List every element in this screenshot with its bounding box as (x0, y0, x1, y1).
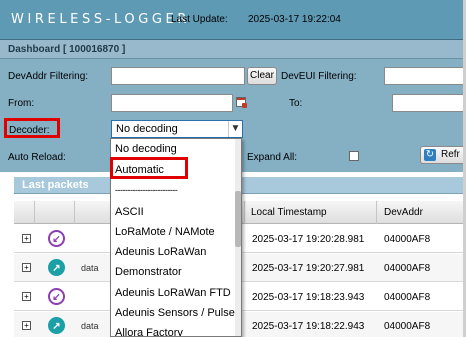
expand-all-checkbox[interactable] (349, 151, 359, 161)
dropdown-scrollbar-thumb[interactable] (235, 191, 241, 247)
to-date-input[interactable] (392, 94, 466, 112)
expand-all-label: Expand All: (247, 152, 298, 163)
packet-type: data (81, 263, 99, 273)
plus-square-icon[interactable]: + (22, 263, 31, 272)
dashboard-bar: Dashboard [ 100016870 ] (0, 40, 466, 59)
decoder-select[interactable]: No decoding ▼ (111, 120, 243, 138)
arrow-up-right-icon: ↗ (48, 317, 65, 334)
plus-square-icon[interactable]: + (22, 292, 31, 301)
dropdown-option-no-decoding[interactable]: No decoding (115, 143, 177, 155)
dropdown-option-adeunis-ftd[interactable]: Adeunis LoRaWan FTD (115, 287, 231, 299)
decoder-label-highlight (4, 118, 60, 138)
packet-devaddr: 04000AF8 (384, 263, 431, 274)
column-divider (244, 201, 245, 224)
automatic-option-highlight (110, 157, 188, 179)
column-header-devaddr[interactable]: DevAddr (384, 207, 423, 218)
deveui-filter-input[interactable] (384, 67, 466, 85)
last-update-label: Last Update: (171, 14, 228, 25)
packet-devaddr: 04000AF8 (384, 321, 431, 332)
plus-square-icon[interactable]: + (22, 234, 31, 243)
last-packets-title: Last packets (22, 179, 89, 191)
dropdown-option-allora-factory[interactable]: Allora Factory (115, 327, 183, 336)
from-date-input[interactable] (111, 94, 233, 112)
column-divider (74, 201, 75, 224)
to-label: To: (289, 98, 303, 109)
refresh-label: Refr (441, 149, 460, 160)
dropdown-option-adeunis-sensors[interactable]: Adeunis Sensors / Pulse (115, 307, 235, 319)
packet-timestamp: 2025-03-17 19:20:28.981 (252, 234, 365, 245)
packet-devaddr: 04000AF8 (384, 292, 431, 303)
deveui-filter-label: DevEUI Filtering: (281, 71, 357, 82)
last-update-value: 2025-03-17 19:22:04 (248, 14, 341, 25)
refresh-button[interactable]: ↻ Refr (420, 146, 466, 164)
decoder-selected-value: No decoding (116, 123, 178, 135)
packet-timestamp: 2025-03-17 19:18:23.943 (252, 292, 365, 303)
dropdown-scrollbar[interactable] (235, 139, 241, 336)
devaddr-filter-label: DevAddr Filtering: (8, 71, 89, 82)
packet-timestamp: 2025-03-17 19:20:27.981 (252, 263, 365, 274)
from-label: From: (8, 98, 35, 109)
packet-timestamp: 2025-03-17 19:18:22.943 (252, 321, 365, 332)
column-header-timestamp[interactable]: Local Timestamp (251, 207, 327, 218)
arrow-down-left-icon: ↙ (48, 230, 65, 247)
clear-button[interactable]: Clear (247, 67, 277, 85)
dropdown-option-loramote[interactable]: LoRaMote / NAMote (115, 226, 215, 238)
arrow-up-right-icon: ↗ (48, 259, 65, 276)
plus-square-icon[interactable]: + (22, 321, 31, 330)
column-divider (34, 201, 35, 224)
chevron-down-icon[interactable]: ▼ (228, 121, 242, 137)
app-logo: WIRELESS-LOGGER (11, 12, 190, 27)
packet-devaddr: 04000AF8 (384, 234, 431, 245)
app-header: WIRELESS-LOGGER Last Update: 2025-03-17 … (0, 0, 466, 40)
dropdown-option-adeunis-lorawan[interactable]: Adeunis LoRaWan (115, 246, 206, 258)
dashboard-title: Dashboard [ 100016870 ] (8, 44, 126, 55)
arrow-down-left-icon: ↙ (48, 288, 65, 305)
calendar-icon[interactable] (236, 97, 247, 108)
refresh-icon: ↻ (424, 149, 436, 161)
column-divider (376, 201, 377, 224)
dropdown-option-ascii[interactable]: ASCII (115, 206, 144, 218)
dropdown-option-demonstrator[interactable]: Demonstrator (115, 266, 182, 278)
packet-type: data (81, 321, 99, 331)
dropdown-separator: ------------------------- (115, 185, 178, 195)
devaddr-filter-input[interactable] (111, 67, 245, 85)
auto-reload-label: Auto Reload: (8, 152, 66, 163)
